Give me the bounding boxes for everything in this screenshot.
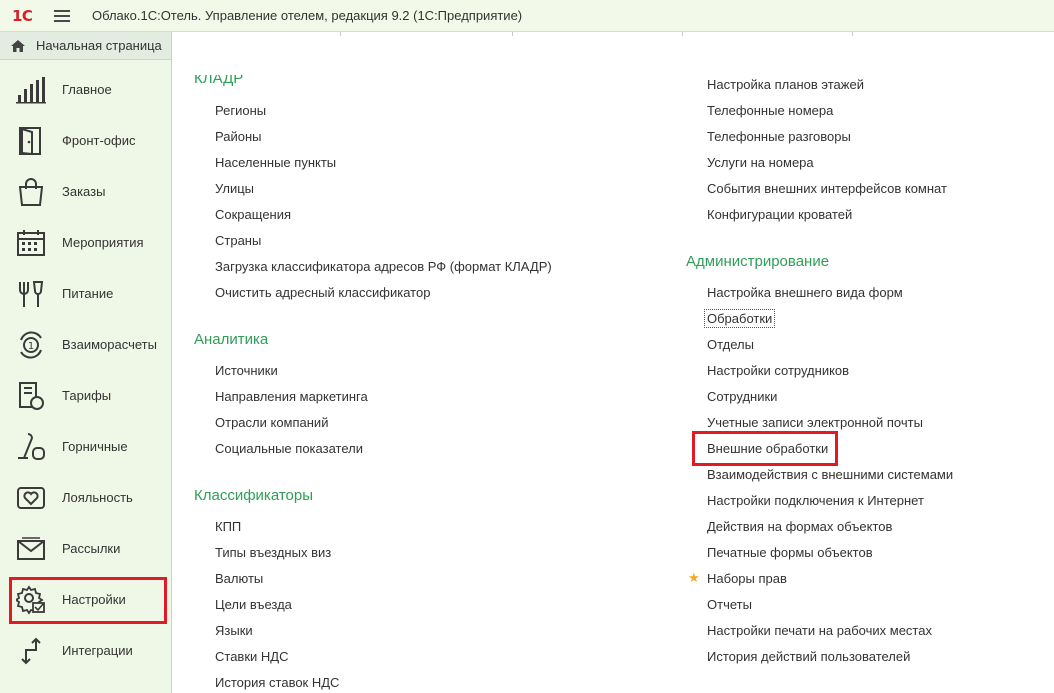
door-icon xyxy=(16,126,46,156)
title-bar: 1С Облако.1С:Отель. Управление отелем, р… xyxy=(0,0,1054,32)
link-bed-configurations[interactable]: Конфигурации кроватей xyxy=(707,207,852,222)
link-departments[interactable]: Отделы xyxy=(707,337,754,352)
sidebar-item-integrations[interactable]: Интеграции xyxy=(0,625,172,676)
sidebar-item-label: Рассылки xyxy=(62,541,121,556)
svg-text:1: 1 xyxy=(28,341,34,352)
link-vat-history[interactable]: История ставок НДС xyxy=(215,675,339,690)
1c-logo: 1С xyxy=(12,6,33,25)
calendar-icon xyxy=(16,228,46,258)
sidebar-item-loyalty[interactable]: Лояльность xyxy=(0,472,172,523)
vacuum-cleaner-icon xyxy=(16,432,46,462)
link-visa-types[interactable]: Типы въездных виз xyxy=(215,545,331,560)
link-external-processings[interactable]: Внешние обработки xyxy=(707,441,828,456)
link-print-settings[interactable]: Настройки печати на рабочих местах xyxy=(707,623,932,638)
link-countries[interactable]: Страны xyxy=(215,233,261,248)
sidebar-item-maids[interactable]: Горничные xyxy=(0,421,172,472)
menu-icon[interactable] xyxy=(54,9,70,22)
sidebar-item-label: Главное xyxy=(62,82,112,97)
link-kpp[interactable]: КПП xyxy=(215,519,241,534)
sidebar-item-events[interactable]: Мероприятия xyxy=(0,217,172,268)
link-clear-address-classifier[interactable]: Очистить адресный классификатор xyxy=(215,285,430,300)
link-external-systems[interactable]: Взаимодействия с внешними системами xyxy=(707,467,953,482)
link-currencies[interactable]: Валюты xyxy=(215,571,263,586)
link-languages[interactable]: Языки xyxy=(215,623,253,638)
link-email-accounts[interactable]: Учетные записи электронной почты xyxy=(707,415,923,430)
sidebar-item-label: Горничные xyxy=(62,439,128,454)
link-regions[interactable]: Регионы xyxy=(215,103,266,118)
app-title: Облако.1С:Отель. Управление отелем, реда… xyxy=(92,8,523,23)
sidebar-item-label: Мероприятия xyxy=(62,235,144,250)
section-classifiers-title: Классификаторы xyxy=(194,487,314,504)
sidebar-item-mailings[interactable]: Рассылки xyxy=(0,523,172,574)
link-marketing-directions[interactable]: Направления маркетинга xyxy=(215,389,368,404)
link-room-interface-events[interactable]: События внешних интерфейсов комнат xyxy=(707,181,947,196)
sidebar-item-label: Взаиморасчеты xyxy=(62,337,157,352)
gear-icon xyxy=(16,584,46,615)
integration-arrows-icon xyxy=(16,636,46,666)
link-sources[interactable]: Источники xyxy=(215,363,278,378)
sidebar-item-settlements[interactable]: 1 Взаиморасчеты xyxy=(0,319,172,370)
link-employee-settings[interactable]: Настройки сотрудников xyxy=(707,363,849,378)
sidebar-item-label: Интеграции xyxy=(62,643,133,658)
sidebar: Начальная страница Главное Фронт-офис За… xyxy=(0,32,172,693)
sidebar-item-main[interactable]: Главное xyxy=(0,64,172,115)
sidebar-item-label: Тарифы xyxy=(62,388,112,403)
link-room-services[interactable]: Услуги на номера xyxy=(707,155,814,170)
link-print-forms[interactable]: Печатные формы объектов xyxy=(707,545,873,560)
sidebar-item-label: Заказы xyxy=(62,184,106,199)
link-load-kladr[interactable]: Загрузка классификатора адресов РФ (форм… xyxy=(215,259,552,274)
link-phone-calls[interactable]: Телефонные разговоры xyxy=(707,129,851,144)
link-settlements[interactable]: Населенные пункты xyxy=(215,155,336,170)
fork-glass-icon xyxy=(16,279,46,309)
bar-chart-icon xyxy=(16,75,46,105)
link-internet-connection[interactable]: Настройки подключения к Интернет xyxy=(707,493,924,508)
link-abbreviations[interactable]: Сокращения xyxy=(215,207,291,222)
link-form-actions[interactable]: Действия на формах объектов xyxy=(707,519,892,534)
sidebar-item-settings[interactable]: Настройки xyxy=(0,574,172,625)
sidebar-item-tariffs[interactable]: Тарифы xyxy=(0,370,172,421)
home-icon xyxy=(11,39,25,52)
sidebar-item-food[interactable]: Питание xyxy=(0,268,172,319)
link-floor-plans[interactable]: Настройка планов этажей xyxy=(707,77,864,92)
section-analytics-title: Аналитика xyxy=(194,331,269,348)
sidebar-item-label: Лояльность xyxy=(62,490,133,505)
price-tag-icon xyxy=(16,381,46,411)
coin-cycle-icon: 1 xyxy=(16,330,46,360)
link-processings[interactable]: Обработки xyxy=(704,309,776,328)
top-divider xyxy=(172,32,1054,36)
link-user-activity-history[interactable]: История действий пользователей xyxy=(707,649,910,664)
main-panel: КЛАДР Регионы Районы Населенные пункты У… xyxy=(172,32,1054,693)
star-icon: ★ xyxy=(688,570,700,585)
link-social-indicators[interactable]: Социальные показатели xyxy=(215,441,363,456)
envelope-icon xyxy=(16,534,46,564)
sidebar-item-label: Настройки xyxy=(62,592,126,607)
link-vat-rates[interactable]: Ставки НДС xyxy=(215,649,288,664)
section-admin-title: Администрирование xyxy=(686,253,830,270)
heart-card-icon xyxy=(16,483,46,513)
sidebar-item-front-office[interactable]: Фронт-офис xyxy=(0,115,172,166)
sidebar-home-label: Начальная страница xyxy=(36,38,162,53)
link-entry-purposes[interactable]: Цели въезда xyxy=(215,597,292,612)
link-streets[interactable]: Улицы xyxy=(215,181,254,196)
link-reports[interactable]: Отчеты xyxy=(707,597,752,612)
link-phone-numbers[interactable]: Телефонные номера xyxy=(707,103,833,118)
sidebar-home[interactable]: Начальная страница xyxy=(0,32,171,60)
section-kladr-title: КЛАДР xyxy=(194,70,244,87)
sidebar-item-orders[interactable]: Заказы xyxy=(0,166,172,217)
sidebar-item-label: Фронт-офис xyxy=(62,133,136,148)
shopping-bag-icon xyxy=(16,177,46,207)
link-districts[interactable]: Районы xyxy=(215,129,261,144)
sidebar-item-label: Питание xyxy=(62,286,114,301)
link-access-sets[interactable]: Наборы прав xyxy=(707,571,787,586)
link-employees[interactable]: Сотрудники xyxy=(707,389,777,404)
link-company-industries[interactable]: Отрасли компаний xyxy=(215,415,328,430)
link-form-appearance[interactable]: Настройка внешнего вида форм xyxy=(707,285,903,300)
